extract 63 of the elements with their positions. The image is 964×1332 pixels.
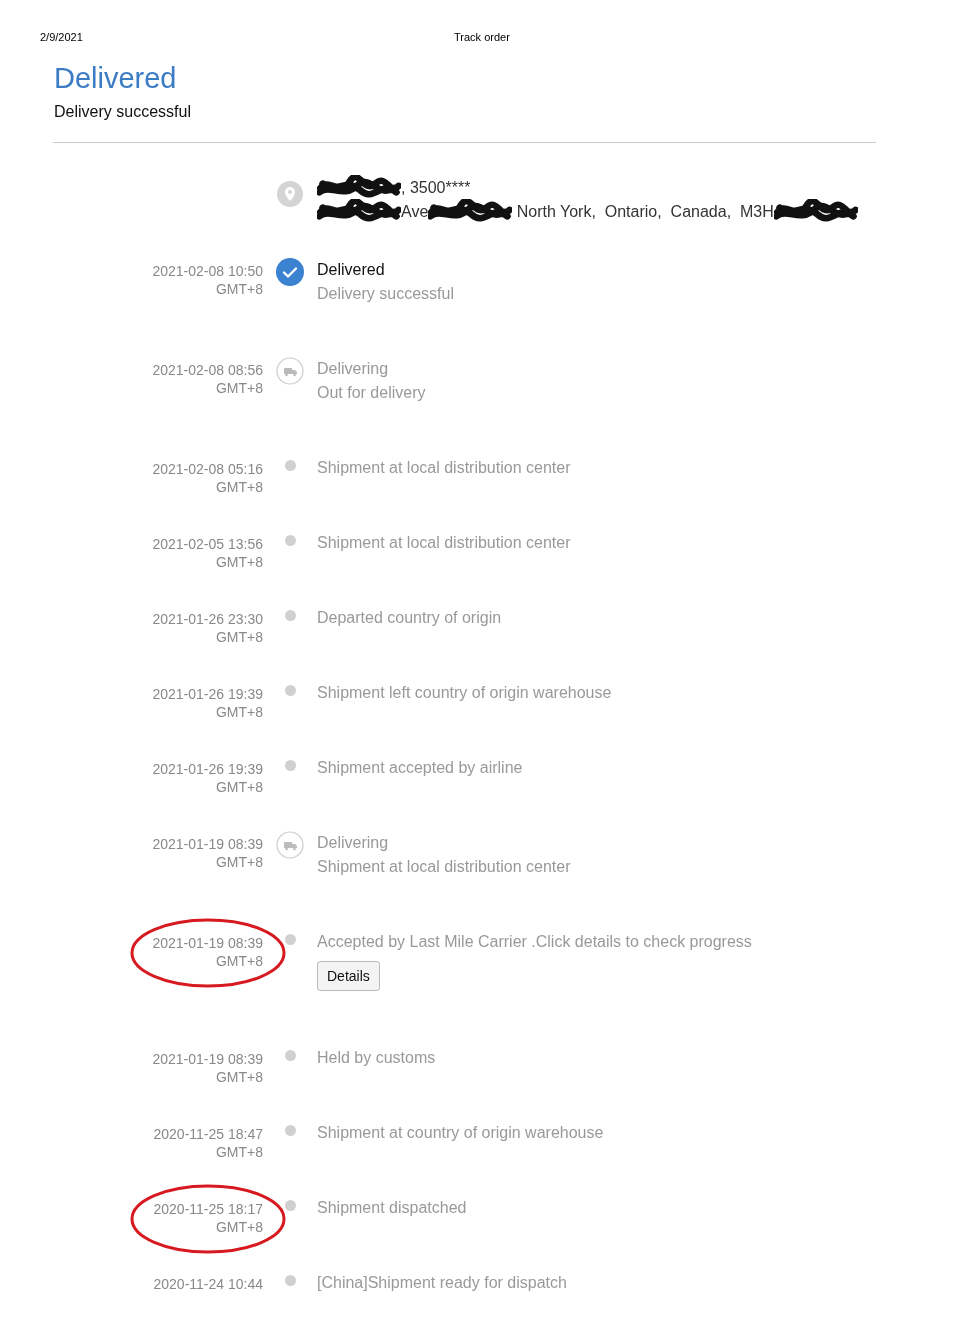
event-description: Shipment accepted by airline [317,758,524,778]
status-title: Delivered [54,61,178,95]
event-description: Held by customs [317,1048,437,1068]
timeline-dot [284,685,296,696]
timeline-dot [284,1125,296,1136]
event-description: Departed country of origin [317,608,503,628]
event-timezone: GMT+8 [214,1068,263,1086]
event-timezone: GMT+8 [214,478,263,496]
timeline-dot [284,1050,296,1061]
event-time: 2021-01-26 19:39 [152,685,263,703]
timeline-dot [284,1275,296,1286]
details-button[interactable]: Details [317,961,380,991]
address-text: Ave [401,203,429,221]
event-time: 2021-02-08 10:50 [152,262,263,280]
address-text: North York, Ontario, Canada, M3H [515,203,774,221]
event-time: 2021-01-26 23:30 [152,610,263,628]
truck-icon [276,831,304,859]
event-time: 2020-11-25 18:17 [153,1200,263,1218]
location-pin-icon [277,181,303,207]
timeline-dot [284,760,296,771]
event-time: 2021-01-19 08:39 [152,835,263,853]
address-text: , 3500**** [401,179,471,197]
timeline-dot [284,460,296,471]
timeline-dot [284,610,296,621]
event-description: Delivery successful [317,284,455,304]
event-time: 2021-02-08 05:16 [152,460,263,478]
event-description: Shipment at local distribution center [317,458,572,478]
event-timezone: GMT+8 [214,553,263,571]
timeline-dot [284,535,296,546]
event-time: 2021-02-05 13:56 [152,535,263,553]
truck-icon [276,357,304,385]
event-description: Shipment at country of origin warehouse [317,1123,605,1143]
event-timezone: GMT+8 [214,280,263,298]
event-timezone: GMT+8 [214,628,263,646]
event-title: Delivered [317,260,386,280]
event-time: 2021-02-08 08:56 [152,361,263,379]
event-title: Delivering [317,359,390,379]
event-timezone: GMT+8 [214,778,263,796]
event-timezone: GMT+8 [214,1143,263,1161]
event-description: Shipment left country of origin warehouse [317,683,613,703]
print-date: 2/9/2021 [40,31,83,43]
event-description: Accepted by Last Mile Carrier .Click details to check progress [317,932,753,952]
event-description: Shipment at local distribution center [317,533,572,553]
event-timezone: GMT+8 [214,703,263,721]
event-timezone: GMT+8 [214,379,263,397]
page-title: Track order [454,31,510,43]
event-description: Shipment dispatched [317,1198,468,1218]
event-time: 2020-11-25 18:47 [153,1125,263,1143]
timeline-dot [284,934,296,945]
event-time: 2021-01-19 08:39 [152,934,263,952]
check-icon [276,258,304,286]
event-time: 2020-11-24 10:44 [153,1275,263,1293]
event-timezone: GMT+8 [214,853,263,871]
event-description: Shipment at local distribution center [317,857,572,877]
event-description: Out for delivery [317,383,427,403]
event-time: 2021-01-26 19:39 [152,760,263,778]
timeline-dot [284,1200,296,1211]
event-title: Delivering [317,833,390,853]
status-subtitle: Delivery successful [54,103,192,121]
event-timezone: GMT+8 [214,952,263,970]
event-description: [China]Shipment ready for dispatch [317,1273,568,1293]
event-time: 2021-01-19 08:39 [152,1050,263,1068]
event-timezone: GMT+8 [214,1218,263,1236]
